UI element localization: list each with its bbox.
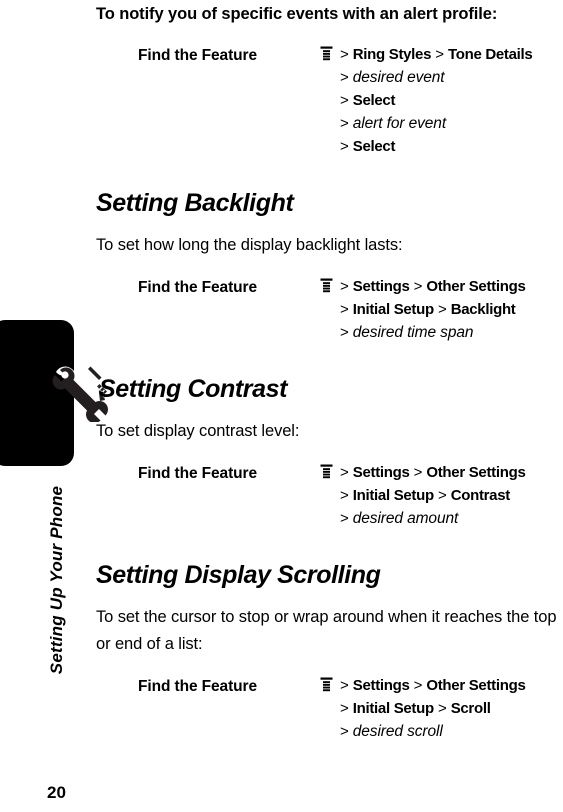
feature-path-lines-0: > Ring Styles > Tone Details > desired ev… bbox=[340, 43, 563, 158]
path-separator: > bbox=[340, 46, 349, 63]
path-separator: > bbox=[340, 324, 349, 341]
menu-path-line: > Initial Setup > Backlight bbox=[340, 298, 563, 321]
path-separator: > bbox=[437, 487, 447, 504]
feature-path-1: > Settings > Other Settings > Initial Set… bbox=[318, 275, 563, 344]
path-placeholder: desired amount bbox=[352, 510, 459, 527]
section-heading-display-scrolling: Setting Display Scrolling bbox=[96, 561, 381, 589]
menu-path-line: > alert for event bbox=[340, 112, 563, 135]
chapter-label: Setting Up Your Phone bbox=[47, 485, 66, 675]
menu-path-line: > desired time span bbox=[340, 321, 563, 344]
feature-path-lines-1: > Settings > Other Settings > Initial Set… bbox=[340, 275, 563, 344]
path-separator: > bbox=[413, 278, 423, 295]
path-separator: > bbox=[340, 278, 349, 295]
path-placeholder: desired event bbox=[352, 69, 445, 86]
menu-key-icon bbox=[320, 278, 333, 294]
path-separator: > bbox=[340, 138, 349, 155]
path-placeholder: desired time span bbox=[352, 324, 474, 341]
intro-text: To notify you of specific events with an… bbox=[96, 5, 498, 23]
path-menu-item: Ring Styles bbox=[352, 46, 432, 63]
menu-key-icon bbox=[320, 464, 333, 480]
path-menu-item: Settings bbox=[352, 278, 410, 295]
feature-path-0: > Ring Styles > Tone Details > desired ev… bbox=[318, 43, 563, 158]
path-separator: > bbox=[340, 69, 349, 86]
path-menu-item: Other Settings bbox=[426, 464, 526, 481]
section-body-backlight: To set how long the display backlight la… bbox=[96, 236, 403, 254]
menu-path-line: > desired amount bbox=[340, 507, 563, 530]
section-body-display-scrolling: To set the cursor to stop or wrap around… bbox=[96, 608, 557, 653]
page-number: 20 bbox=[47, 783, 66, 802]
menu-path-line: > desired event bbox=[340, 66, 563, 89]
path-menu-item: Initial Setup bbox=[352, 487, 434, 504]
path-separator: > bbox=[340, 677, 349, 694]
path-separator: > bbox=[437, 700, 447, 717]
feature-path-lines-3: > Settings > Other Settings > Initial Set… bbox=[340, 674, 563, 743]
path-separator: > bbox=[340, 115, 349, 132]
menu-key-icon bbox=[320, 46, 333, 62]
path-separator: > bbox=[340, 487, 349, 504]
feature-path-lines-2: > Settings > Other Settings > Initial Set… bbox=[340, 461, 563, 530]
path-menu-item: Settings bbox=[352, 677, 410, 694]
find-the-feature-label: Find the Feature bbox=[138, 47, 257, 64]
find-the-feature-block: Find the Feature > Settings > Other Sett… bbox=[96, 461, 563, 530]
menu-path-line: > Settings > Other Settings bbox=[340, 275, 563, 298]
path-separator: > bbox=[413, 677, 423, 694]
path-menu-item: Tone Details bbox=[447, 46, 533, 63]
path-separator: > bbox=[340, 700, 349, 717]
path-menu-item: Scroll bbox=[450, 700, 491, 717]
path-menu-item: Select bbox=[352, 138, 396, 155]
section-heading-backlight: Setting Backlight bbox=[96, 189, 294, 217]
page-content: To notify you of specific events with an… bbox=[96, 0, 563, 743]
menu-path-line: > Select bbox=[340, 89, 563, 112]
menu-path-line: > Initial Setup > Scroll bbox=[340, 697, 563, 720]
path-menu-item: Other Settings bbox=[426, 677, 526, 694]
path-separator: > bbox=[340, 464, 349, 481]
path-menu-item: Initial Setup bbox=[352, 301, 434, 318]
path-menu-item: Contrast bbox=[450, 487, 511, 504]
path-menu-item: Initial Setup bbox=[352, 700, 434, 717]
path-separator: > bbox=[340, 510, 349, 527]
path-placeholder: alert for event bbox=[352, 115, 447, 132]
section-body-contrast: To set display contrast level: bbox=[96, 422, 300, 440]
path-separator: > bbox=[437, 301, 447, 318]
find-the-feature-label: Find the Feature bbox=[138, 678, 257, 695]
menu-path-line: > Ring Styles > Tone Details bbox=[340, 43, 563, 66]
feature-path-2: > Settings > Other Settings > Initial Set… bbox=[318, 461, 563, 530]
menu-path-line: > Settings > Other Settings bbox=[340, 461, 563, 484]
find-the-feature-block: Find the Feature > Ring Styles > Tone De… bbox=[96, 43, 563, 158]
menu-key-icon bbox=[320, 677, 333, 693]
path-placeholder: desired scroll bbox=[352, 723, 443, 740]
feature-path-3: > Settings > Other Settings > Initial Set… bbox=[318, 674, 563, 743]
path-menu-item: Select bbox=[352, 92, 396, 109]
find-the-feature-block: Find the Feature > Settings > Other Sett… bbox=[96, 275, 563, 344]
find-the-feature-label: Find the Feature bbox=[138, 279, 257, 296]
path-menu-item: Settings bbox=[352, 464, 410, 481]
menu-path-line: > Initial Setup > Contrast bbox=[340, 484, 563, 507]
path-separator: > bbox=[413, 464, 423, 481]
path-separator: > bbox=[340, 723, 349, 740]
path-menu-item: Backlight bbox=[450, 301, 516, 318]
menu-path-line: > Select bbox=[340, 135, 563, 158]
menu-path-line: > Settings > Other Settings bbox=[340, 674, 563, 697]
path-menu-item: Other Settings bbox=[426, 278, 526, 295]
find-the-feature-label: Find the Feature bbox=[138, 465, 257, 482]
path-separator: > bbox=[340, 92, 349, 109]
path-separator: > bbox=[435, 46, 444, 63]
menu-path-line: > desired scroll bbox=[340, 720, 563, 743]
path-separator: > bbox=[340, 301, 349, 318]
section-heading-contrast: Setting Contrast bbox=[99, 375, 288, 403]
find-the-feature-block: Find the Feature > Settings > Other Sett… bbox=[96, 674, 563, 743]
